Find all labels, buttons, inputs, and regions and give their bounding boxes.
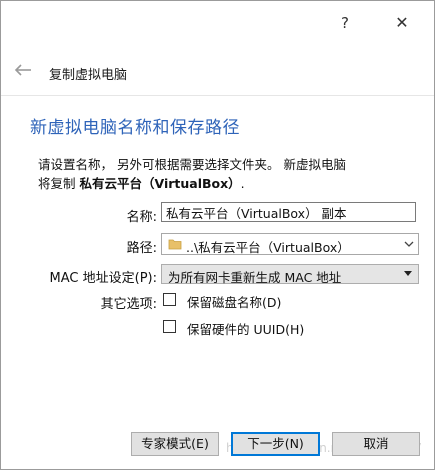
close-button[interactable]: ✕ — [390, 11, 414, 35]
name-input[interactable] — [161, 202, 416, 222]
wizard-title: 复制虚拟电脑 — [49, 68, 128, 83]
keep-disk-names-label[interactable]: 保留磁盘名称(D) — [187, 292, 281, 311]
dropdown-arrow-icon — [404, 271, 412, 276]
title-bar: ? ✕ — [1, 1, 434, 45]
expert-mode-button[interactable]: 专家模式(E) — [131, 432, 219, 456]
keep-hw-uuid-label[interactable]: 保留硬件的 UUID(H) — [187, 319, 304, 338]
path-label: 路径: — [126, 241, 157, 256]
chevron-down-icon[interactable] — [403, 239, 415, 249]
cancel-button[interactable]: 取消 — [332, 432, 420, 456]
header-divider — [1, 95, 434, 96]
description-prefix: 将复制 — [38, 176, 80, 191]
clone-vm-dialog: ? ✕ 复制虚拟电脑 新虚拟电脑名称和保存路径 请设置名称， 另外可根据需要选择… — [0, 0, 435, 470]
name-label: 名称: — [126, 210, 157, 225]
description-line-1: 请设置名称， 另外可根据需要选择文件夹。 新虚拟电脑 — [38, 157, 346, 172]
back-arrow-icon[interactable] — [13, 60, 33, 80]
description-line-2: 将复制 私有云平台（VirtualBox）. — [38, 174, 433, 193]
page-description: 请设置名称， 另外可根据需要选择文件夹。 新虚拟电脑 将复制 私有云平台（Vir… — [38, 155, 433, 193]
mac-policy-label: MAC 地址设定(P): — [49, 271, 157, 286]
help-button[interactable]: ? — [333, 11, 357, 35]
mac-policy-value: 为所有网卡重新生成 MAC 地址 — [168, 270, 342, 285]
page-heading: 新虚拟电脑名称和保存路径 — [30, 118, 240, 138]
keep-disk-names-checkbox[interactable] — [163, 293, 176, 306]
folder-icon — [168, 239, 182, 250]
keep-hw-uuid-checkbox[interactable] — [163, 320, 176, 333]
path-value: ..\私有云平台（VirtualBox） — [186, 240, 350, 255]
description-suffix: . — [240, 176, 245, 191]
other-options-label: 其它选项: — [100, 297, 157, 312]
mac-policy-select[interactable]: 为所有网卡重新生成 MAC 地址 — [161, 264, 419, 285]
description-vm-name: 私有云平台（VirtualBox） — [79, 176, 241, 191]
path-combobox[interactable]: ..\私有云平台（VirtualBox） — [161, 233, 419, 255]
next-button[interactable]: 下一步(N) — [231, 432, 320, 456]
